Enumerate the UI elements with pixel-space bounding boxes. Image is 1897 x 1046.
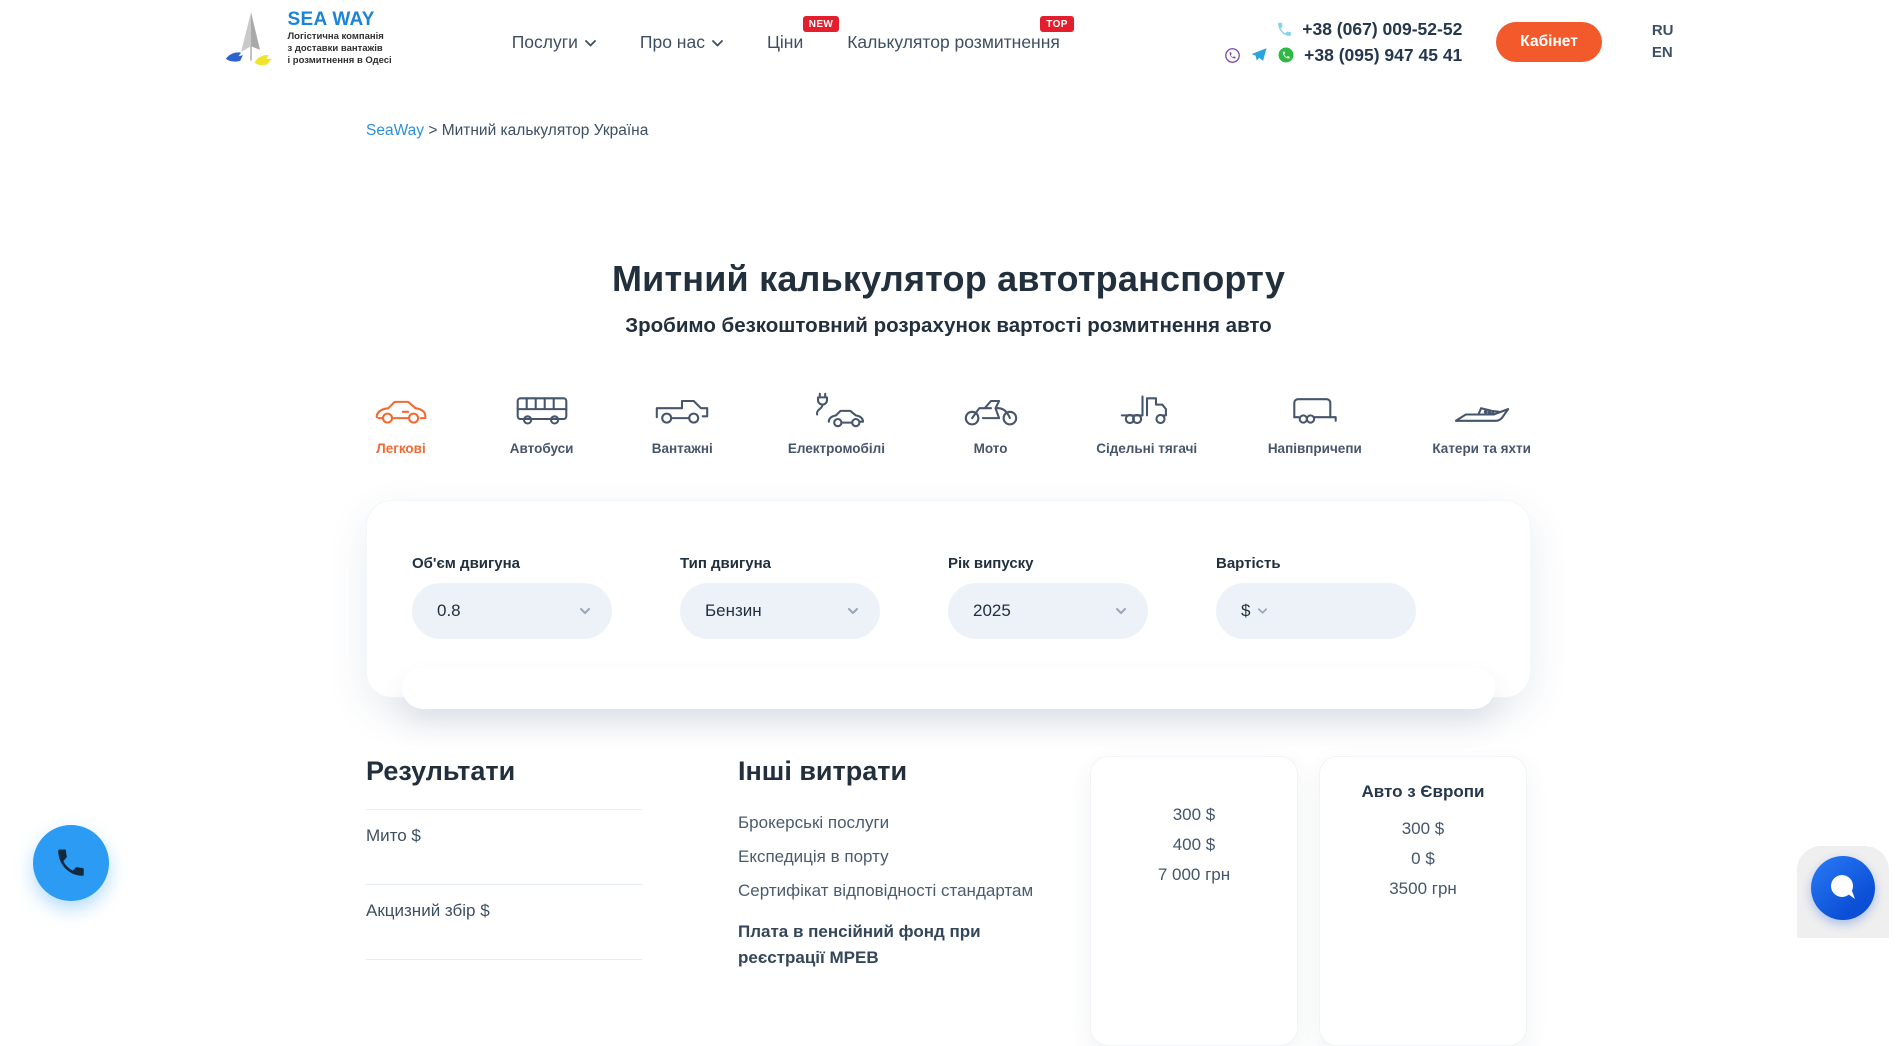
results-section: Результати Мито $ Акцизний збір $	[366, 756, 642, 960]
nav-item-prices[interactable]: Ціни NEW	[767, 32, 803, 53]
trailer-icon	[1286, 392, 1344, 428]
breadcrumb-home-link[interactable]: SeaWay	[366, 122, 424, 139]
chevron-down-icon	[1258, 608, 1267, 614]
electric-car-icon	[807, 392, 865, 428]
main-nav: Послуги Про нас Ціни NEW Калькулятор роз…	[512, 32, 1060, 53]
price-value: 0 $	[1411, 849, 1435, 869]
phone-link-2[interactable]: +38 (095) 947 45 41	[1224, 45, 1462, 66]
price-card-europe: Авто з Європи 300 $ 0 $ 3500 грн	[1319, 756, 1527, 1046]
truck-icon	[653, 392, 711, 428]
result-row-excise: Акцизний збір $	[366, 885, 642, 959]
phone-icon	[1276, 21, 1293, 38]
tab-boats-yachts[interactable]: Катери та яхти	[1432, 392, 1531, 456]
call-fab-button[interactable]	[33, 825, 109, 901]
tab-semi-trucks[interactable]: Сідельні тягачі	[1096, 392, 1197, 456]
price-card-generic: 300 $ 400 $ 7 000 грн	[1090, 756, 1298, 1046]
nav-item-customs-calculator[interactable]: Калькулятор розмитнення TOP	[847, 32, 1060, 53]
tab-buses[interactable]: Автобуси	[507, 392, 577, 456]
phone-link-1[interactable]: +38 (067) 009-52-52	[1276, 19, 1462, 40]
price-value: 300 $	[1402, 819, 1445, 839]
chevron-down-icon	[712, 40, 723, 47]
nav-item-about[interactable]: Про нас	[640, 32, 723, 53]
breadcrumb-separator: >	[428, 122, 437, 139]
engine-type-select[interactable]: Бензин	[680, 583, 880, 639]
page-subtitle: Зробимо безкоштовний розрахунок вартості…	[366, 314, 1531, 338]
other-cost-item: Сертифікат відповідності стандартам	[738, 881, 1070, 901]
other-costs-section: Інші витрати Брокерські послуги Експедиц…	[738, 756, 1070, 972]
engine-volume-select[interactable]: 0.8	[412, 583, 612, 639]
year-field: Рік випуску 2025	[948, 555, 1148, 639]
lang-ru[interactable]: RU	[1652, 22, 1674, 41]
breadcrumb-current: Митний калькулятор Україна	[442, 122, 649, 139]
chat-widget	[1797, 846, 1889, 938]
vehicle-type-tabs: Легкові Автобуси Вантажні	[366, 392, 1531, 456]
engine-type-field: Тип двигуна Бензин	[680, 555, 880, 639]
price-value: 7 000 грн	[1158, 865, 1230, 885]
new-badge: NEW	[803, 16, 840, 32]
chat-fab-button[interactable]	[1811, 856, 1875, 920]
tab-trucks[interactable]: Вантажні	[647, 392, 717, 456]
logo-title: SEA WAY	[288, 9, 375, 30]
chevron-down-icon	[848, 608, 858, 614]
top-badge: TOP	[1040, 16, 1074, 32]
year-select[interactable]: 2025	[948, 583, 1148, 639]
paper-boat-logo-icon	[224, 9, 278, 76]
price-card-title: Авто з Європи	[1320, 782, 1526, 802]
calculator-form-card: Об'єм двигуна 0.8 Тип двигуна Бензин Рік…	[366, 500, 1531, 698]
chevron-down-icon	[585, 40, 596, 47]
results-title: Результати	[366, 756, 642, 787]
divider	[366, 959, 642, 960]
nav-item-services[interactable]: Послуги	[512, 32, 596, 53]
price-currency-input[interactable]: $	[1216, 583, 1416, 639]
page-title: Митний калькулятор автотранспорту	[366, 258, 1531, 300]
tab-semi-trailers[interactable]: Напівпричепи	[1268, 392, 1362, 456]
logo[interactable]: SEA WAY Логістична компанія з доставки в…	[224, 9, 392, 76]
price-field: Вартість $	[1216, 555, 1416, 639]
engine-volume-field: Об'єм двигуна 0.8	[412, 555, 612, 639]
price-value: 400 $	[1173, 835, 1216, 855]
result-row-duty: Мито $	[366, 810, 642, 884]
chevron-down-icon	[1116, 608, 1126, 614]
semi-truck-icon	[1118, 392, 1176, 428]
price-cards: 300 $ 400 $ 7 000 грн Авто з Європи 300 …	[1090, 756, 1527, 1046]
phone-icon	[54, 846, 88, 880]
price-value: 3500 грн	[1389, 879, 1457, 899]
chat-icon	[1826, 871, 1860, 905]
car-icon	[372, 392, 430, 428]
tab-cars[interactable]: Легкові	[366, 392, 436, 456]
bus-icon	[513, 392, 571, 428]
cabinet-button[interactable]: Кабінет	[1496, 22, 1602, 62]
whatsapp-icon[interactable]	[1277, 46, 1295, 64]
tab-electric-cars[interactable]: Електромобілі	[788, 392, 885, 456]
site-header: SEA WAY Логістична компанія з доставки в…	[0, 0, 1897, 88]
motorcycle-icon	[962, 392, 1020, 428]
lang-en[interactable]: EN	[1652, 44, 1674, 63]
other-cost-item: Брокерські послуги	[738, 813, 1070, 833]
breadcrumb: SeaWay > Митний калькулятор Україна	[366, 122, 1531, 140]
other-costs-title: Інші витрати	[738, 756, 1070, 787]
header-contacts: +38 (067) 009-52-52 +38 (095) 947 45 41	[1224, 19, 1462, 66]
yacht-icon	[1453, 392, 1511, 428]
chevron-down-icon	[580, 608, 590, 614]
tab-moto[interactable]: Мото	[956, 392, 1026, 456]
viber-icon[interactable]	[1224, 47, 1241, 64]
logo-tagline: Логістична компанія з доставки вантажів …	[288, 31, 392, 68]
telegram-icon[interactable]	[1250, 46, 1268, 64]
price-value: 300 $	[1173, 805, 1216, 825]
other-cost-item: Експедиція в порту	[738, 847, 1070, 867]
language-switcher: RU EN	[1652, 22, 1674, 63]
pension-fund-note: Плата в пенсійний фонд при реєстрації МР…	[738, 919, 1070, 972]
